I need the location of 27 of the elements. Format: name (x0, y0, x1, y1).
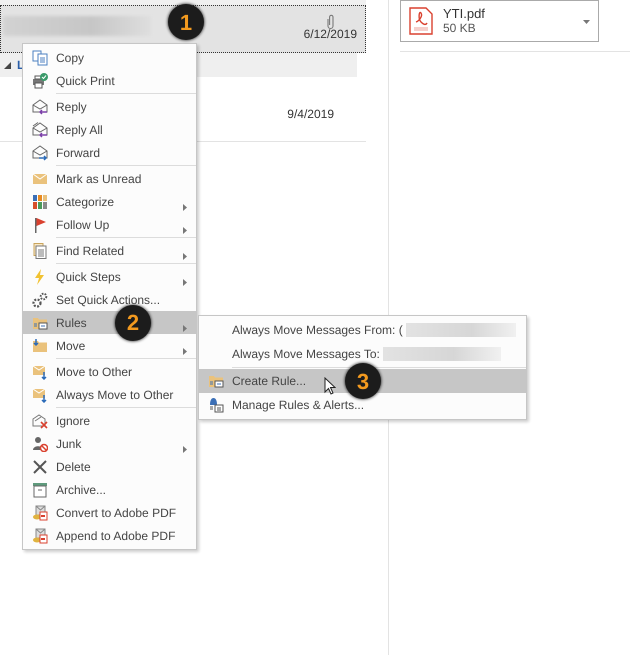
message-date: 9/4/2019 (287, 106, 334, 123)
menu-item-label: Mark as Unread (56, 170, 142, 188)
file-size: 50 KB (443, 22, 476, 36)
menu-item-label: Append to Adobe PDF (56, 528, 176, 544)
menu-item-label: Convert to Adobe PDF (56, 504, 176, 522)
menu-item-label: Always Move to Other (56, 386, 174, 404)
menu-item-label: Categorize (56, 194, 114, 210)
message-date: 6/12/2019 (304, 26, 357, 43)
menu-item-label: Manage Rules & Alerts... (232, 397, 364, 414)
menu-item-label: Follow Up (56, 216, 110, 234)
menu-item-label: Reply All (56, 122, 103, 138)
menu-item-label: Rules (56, 314, 87, 332)
menu-item-label: Quick Steps (56, 268, 121, 286)
menu-item-label: Archive... (56, 482, 106, 498)
menu-item-label: Always Move Messages From: ( (232, 322, 403, 339)
menu-item-label: Move to Other (56, 364, 132, 380)
file-name: YTI.pdf (443, 6, 485, 22)
menu-item-label: Reply (56, 98, 87, 116)
menu-item-label: Junk (56, 436, 82, 452)
menu-item-label: Create Rule... (232, 373, 306, 390)
menu-item-label: Quick Print (56, 72, 115, 90)
menu-item-label: Ignore (56, 412, 90, 430)
menu-item-label: Always Move Messages To: (232, 346, 380, 363)
menu-item-label: Delete (56, 458, 91, 476)
menu-item-label: Find Related (56, 242, 124, 260)
menu-item-label: Forward (56, 144, 100, 162)
menu-item-label: Move (56, 338, 86, 354)
